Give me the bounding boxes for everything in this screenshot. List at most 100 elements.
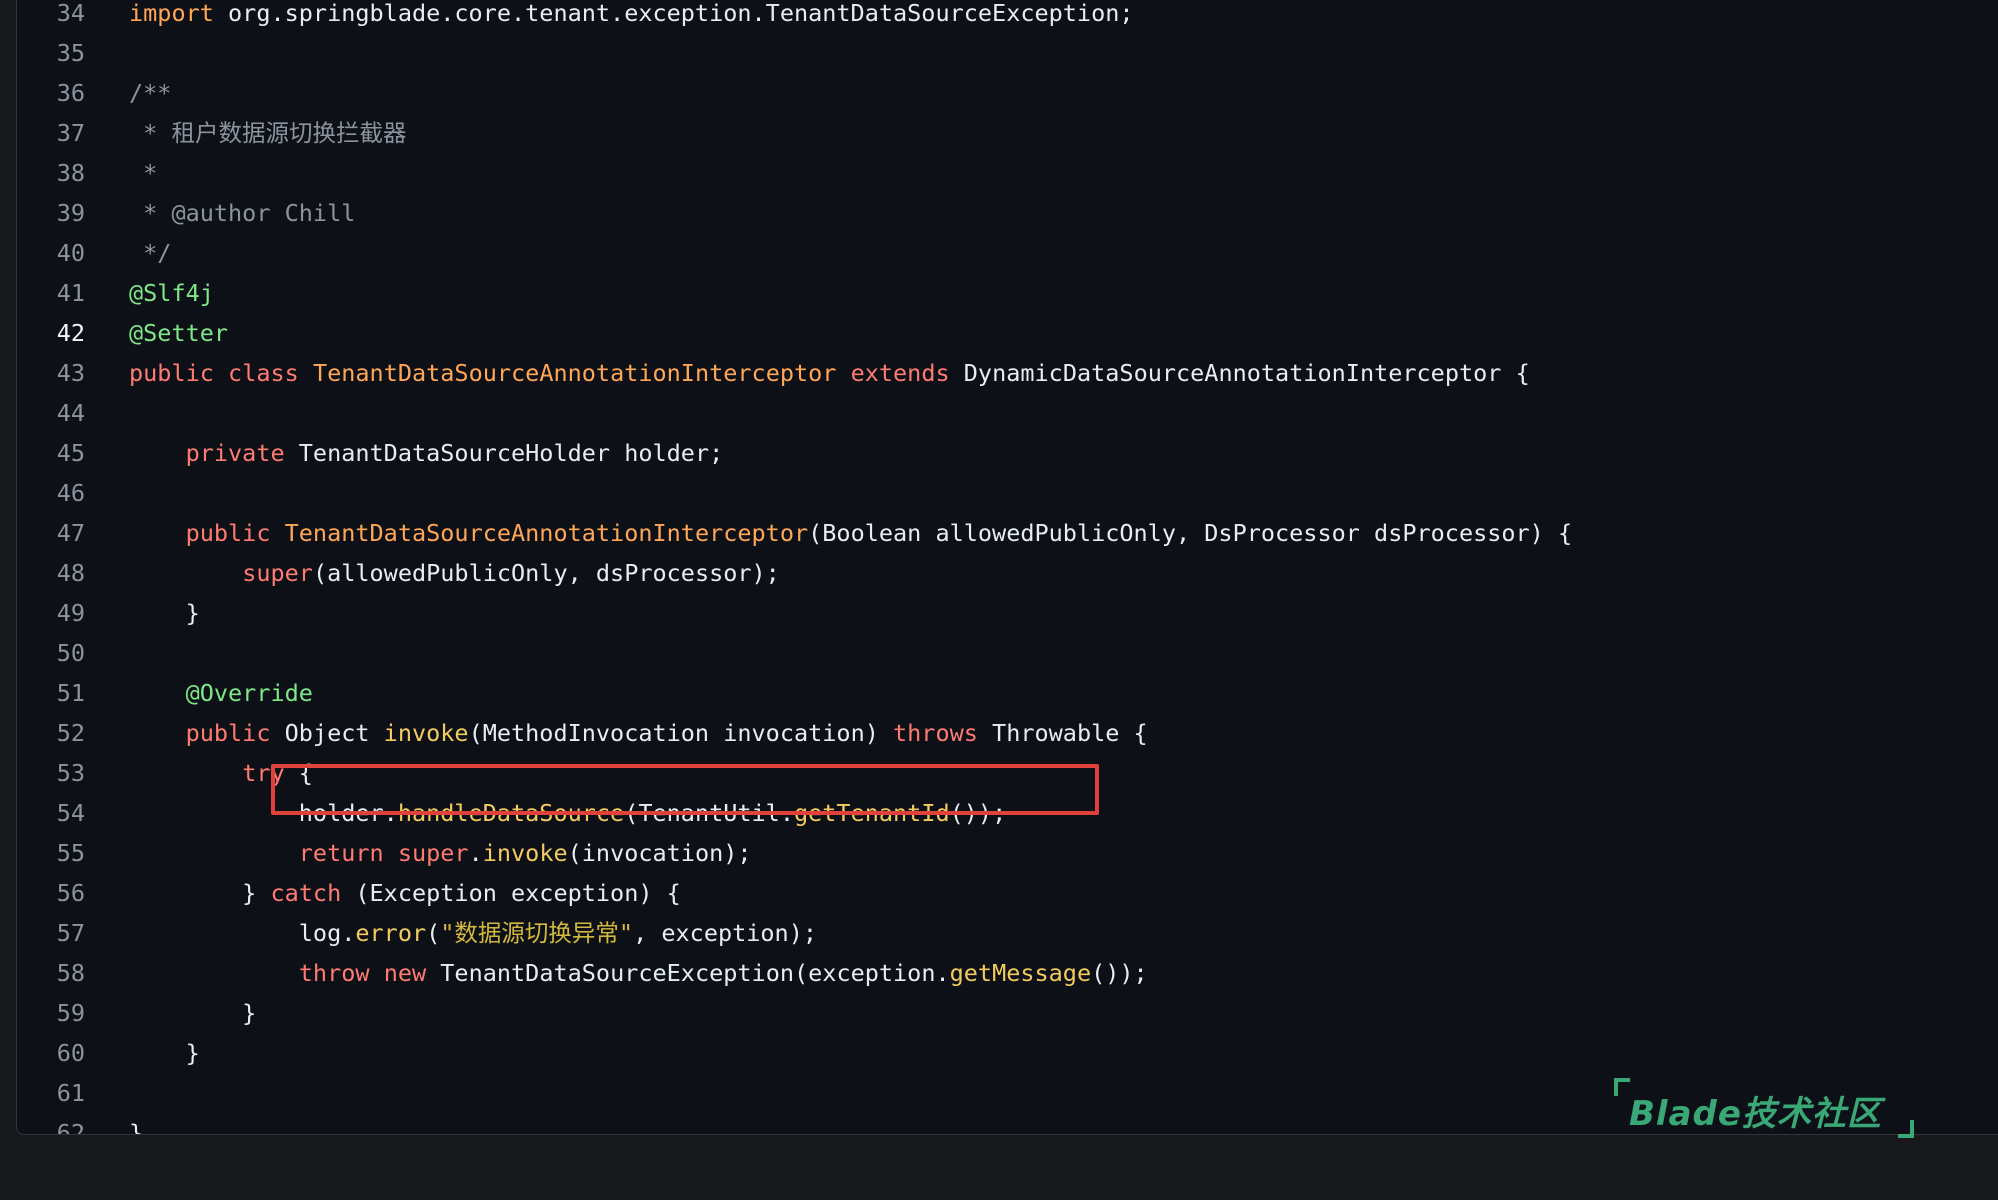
line-number[interactable]: 35 xyxy=(17,33,85,73)
line-number[interactable]: 44 xyxy=(17,393,85,433)
code-token: invoke xyxy=(383,719,469,747)
line-number[interactable]: 37 xyxy=(17,113,85,153)
line-number[interactable]: 48 xyxy=(17,553,85,593)
code-line: 50 xyxy=(17,633,1998,673)
line-number[interactable]: 61 xyxy=(17,1073,85,1113)
code-token: Object xyxy=(270,719,384,747)
code-text: * 租户数据源切换拦截器 xyxy=(129,113,406,153)
line-number[interactable]: 56 xyxy=(17,873,85,913)
line-number[interactable]: 47 xyxy=(17,513,85,553)
line-number[interactable]: 38 xyxy=(17,153,85,193)
line-number[interactable]: 42 xyxy=(17,313,85,353)
code-token: ( xyxy=(426,919,441,947)
code-editor: 34 import org.springblade.core.tenant.exc… xyxy=(16,0,1998,1135)
line-number[interactable]: 36 xyxy=(17,73,85,113)
code-text: } catch (Exception exception) { xyxy=(129,873,681,913)
code-text: } xyxy=(129,593,200,633)
line-number[interactable]: 60 xyxy=(17,1033,85,1073)
code-token: (MethodInvocation invocation) xyxy=(468,719,894,747)
watermark-corner-icon xyxy=(1898,1120,1914,1138)
watermark-text: Blade技术社区 xyxy=(1629,1094,1882,1134)
code-text: /** xyxy=(129,73,171,113)
code-line: 52 public Object invoke(MethodInvocation… xyxy=(17,713,1998,753)
line-number[interactable]: 40 xyxy=(17,233,85,273)
code-text: */ xyxy=(129,233,171,273)
code-line: 49 } xyxy=(17,593,1998,633)
code-text: public class TenantDataSourceAnnotationI… xyxy=(129,353,1530,393)
code-text: log.error("数据源切换异常", exception); xyxy=(129,913,817,953)
code-line: 40 */ xyxy=(17,233,1998,273)
code-token: /** xyxy=(129,79,172,107)
line-number[interactable]: 34 xyxy=(17,0,85,33)
line-number[interactable]: 45 xyxy=(17,433,85,473)
code-token: extends xyxy=(850,359,950,387)
code-token: , exception); xyxy=(633,919,818,947)
code-line: 47 public TenantDataSourceAnnotationInte… xyxy=(17,513,1998,553)
code-line: 59 } xyxy=(17,993,1998,1033)
code-line: 57 log.error("数据源切换异常", exception); xyxy=(17,913,1998,953)
code-line: 51 @Override xyxy=(17,673,1998,713)
line-number[interactable]: 57 xyxy=(17,913,85,953)
line-number[interactable]: 53 xyxy=(17,753,85,793)
code-text: * xyxy=(129,153,157,193)
code-line: 41 @Slf4j xyxy=(17,273,1998,313)
code-line: 42 @Setter xyxy=(17,313,1998,353)
code-line: 44 xyxy=(17,393,1998,433)
code-token: public xyxy=(185,719,271,747)
line-number[interactable]: 41 xyxy=(17,273,85,313)
code-line: 46 xyxy=(17,473,1998,513)
code-text: } xyxy=(129,1033,200,1073)
line-number[interactable]: 43 xyxy=(17,353,85,393)
code-token: super xyxy=(242,559,313,587)
code-token: } xyxy=(129,1039,200,1067)
code-text: } xyxy=(129,1113,144,1135)
line-number[interactable]: 58 xyxy=(17,953,85,993)
code-line: 45 private TenantDataSourceHolder holder… xyxy=(17,433,1998,473)
code-line: 60 } xyxy=(17,1033,1998,1073)
line-number[interactable]: 39 xyxy=(17,193,85,233)
line-number[interactable]: 62 xyxy=(17,1113,85,1134)
highlight-box xyxy=(271,764,1099,815)
code-token: getMessage xyxy=(949,959,1092,987)
code-line: 55 return super.invoke(invocation); xyxy=(17,833,1998,873)
line-number[interactable]: 54 xyxy=(17,793,85,833)
code-token: } xyxy=(129,879,271,907)
code-token: } xyxy=(129,599,200,627)
line-number[interactable]: 55 xyxy=(17,833,85,873)
line-number[interactable]: 51 xyxy=(17,673,85,713)
code-token: TenantDataSourceHolder holder; xyxy=(284,439,724,467)
code-line: 34 import org.springblade.core.tenant.exc… xyxy=(17,0,1998,33)
line-number[interactable]: 50 xyxy=(17,633,85,673)
code-text: * @author Chill xyxy=(129,193,355,233)
code-token: invoke xyxy=(482,839,568,867)
code-token: (allowedPublicOnly, dsProcessor); xyxy=(312,559,780,587)
code-token: class xyxy=(228,359,299,387)
code-token: TenantDataSourceException(exception. xyxy=(426,959,950,987)
code-token: @Setter xyxy=(129,319,229,347)
code-token: } xyxy=(129,1119,144,1135)
line-number[interactable]: 46 xyxy=(17,473,85,513)
code-token: @Override xyxy=(185,679,313,707)
code-text: private TenantDataSourceHolder holder; xyxy=(129,433,724,473)
line-number[interactable]: 52 xyxy=(17,713,85,753)
line-number[interactable]: 59 xyxy=(17,993,85,1033)
code-text: @Slf4j xyxy=(129,273,214,313)
line-number[interactable]: 49 xyxy=(17,593,85,633)
code-token: org.springblade.core.tenant.exception.Te… xyxy=(213,0,1134,27)
code-line: 48 super(allowedPublicOnly, dsProcessor)… xyxy=(17,553,1998,593)
screenshot-page: 34 import org.springblade.core.tenant.exc… xyxy=(0,0,1998,1200)
code-line: 35 xyxy=(17,33,1998,73)
